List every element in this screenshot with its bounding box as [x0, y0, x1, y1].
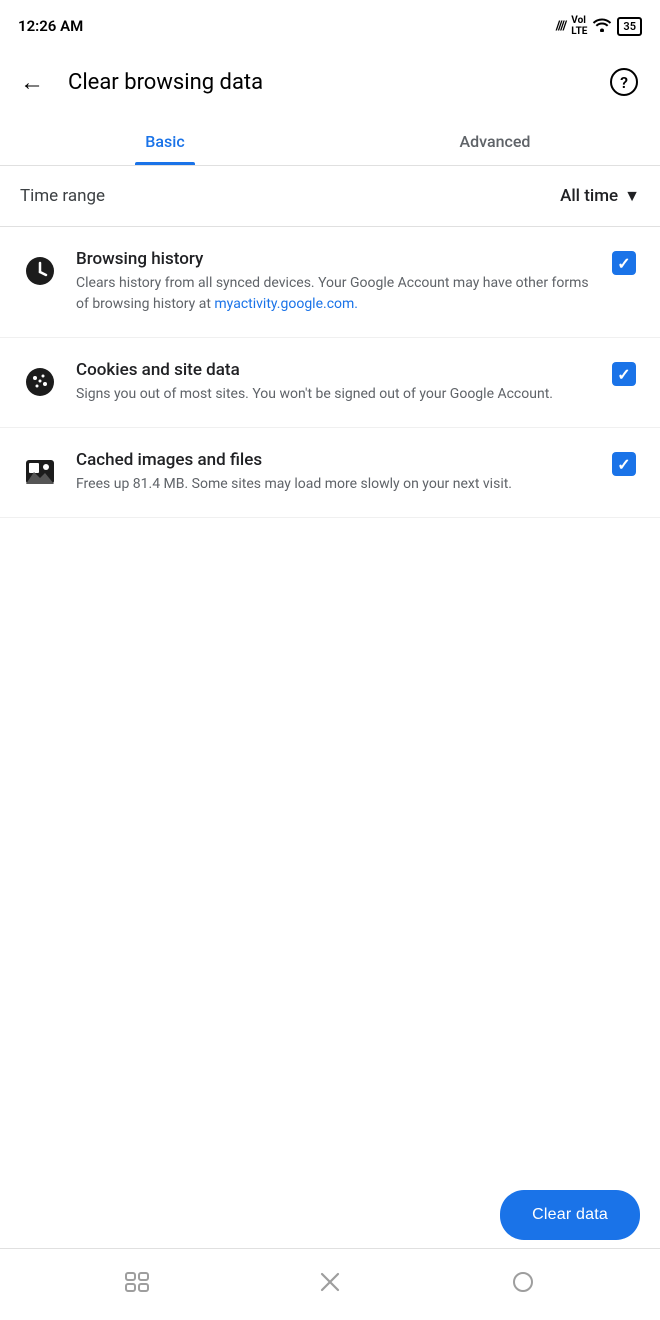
browsing-history-desc: Clears history from all synced devices. …: [76, 273, 596, 315]
status-bar: 12:26 AM //// VolLTE 35: [0, 0, 660, 48]
header-left: ← Clear browsing data: [12, 62, 263, 102]
cookie-icon: [20, 362, 60, 402]
cookies-content: Cookies and site data Signs you out of m…: [76, 360, 596, 405]
time-range-label: Time range: [20, 186, 105, 206]
cached-desc: Frees up 81.4 MB. Some sites may load mo…: [76, 474, 596, 495]
cached-checkbox[interactable]: [612, 452, 640, 480]
tab-advanced-label: Advanced: [460, 132, 531, 151]
home-icon: [512, 1271, 534, 1299]
page-title: Clear browsing data: [68, 70, 263, 95]
cookies-title: Cookies and site data: [76, 360, 596, 380]
battery-icon: 35: [617, 17, 642, 36]
cached-title: Cached images and files: [76, 450, 596, 470]
time-range-row[interactable]: Time range All time ▼: [0, 166, 660, 227]
clock-icon: [20, 251, 60, 291]
nav-home[interactable]: [499, 1261, 547, 1309]
list-item: Cookies and site data Signs you out of m…: [0, 338, 660, 428]
clear-button-container: Clear data: [500, 1190, 640, 1240]
clear-data-button[interactable]: Clear data: [500, 1190, 640, 1240]
data-items-list: Browsing history Clears history from all…: [0, 227, 660, 518]
tabs-container: Basic Advanced: [0, 116, 660, 166]
cached-content: Cached images and files Frees up 81.4 MB…: [76, 450, 596, 495]
myactivity-link[interactable]: myactivity.google.com.: [214, 296, 358, 312]
chevron-down-icon: ▼: [624, 186, 640, 206]
help-icon-label: ?: [620, 73, 628, 92]
tab-basic-label: Basic: [145, 132, 184, 151]
bottom-nav: [0, 1248, 660, 1320]
time-range-dropdown[interactable]: All time ▼: [560, 186, 640, 206]
tab-advanced[interactable]: Advanced: [330, 116, 660, 165]
checkbox-checked-icon: [612, 251, 636, 275]
signal-icon: ////: [556, 19, 567, 34]
browsing-history-checkbox[interactable]: [612, 251, 640, 279]
cookies-checkbox[interactable]: [612, 362, 640, 390]
tab-basic[interactable]: Basic: [0, 116, 330, 165]
list-item: Browsing history Clears history from all…: [0, 227, 660, 338]
list-item: Cached images and files Frees up 81.4 MB…: [0, 428, 660, 518]
app-header: ← Clear browsing data ?: [0, 48, 660, 116]
cookies-desc: Signs you out of most sites. You won't b…: [76, 384, 596, 405]
time-range-value: All time: [560, 186, 618, 206]
browsing-history-title: Browsing history: [76, 249, 596, 269]
close-icon: [319, 1271, 341, 1299]
back-button[interactable]: ←: [12, 62, 52, 102]
status-time: 12:26 AM: [18, 17, 83, 35]
overview-icon: [124, 1271, 150, 1299]
volte-icon: VolLTE: [571, 15, 587, 37]
status-icons: //// VolLTE 35: [556, 15, 642, 37]
checkbox-checked-icon: [612, 452, 636, 476]
help-icon: ?: [610, 68, 638, 96]
nav-overview[interactable]: [113, 1261, 161, 1309]
checkbox-checked-icon: [612, 362, 636, 386]
wifi-icon: [592, 16, 612, 36]
help-button[interactable]: ?: [604, 62, 644, 102]
browsing-history-content: Browsing history Clears history from all…: [76, 249, 596, 315]
back-arrow-icon: ←: [20, 68, 44, 97]
nav-close[interactable]: [306, 1261, 354, 1309]
cached-images-icon: [20, 452, 60, 492]
